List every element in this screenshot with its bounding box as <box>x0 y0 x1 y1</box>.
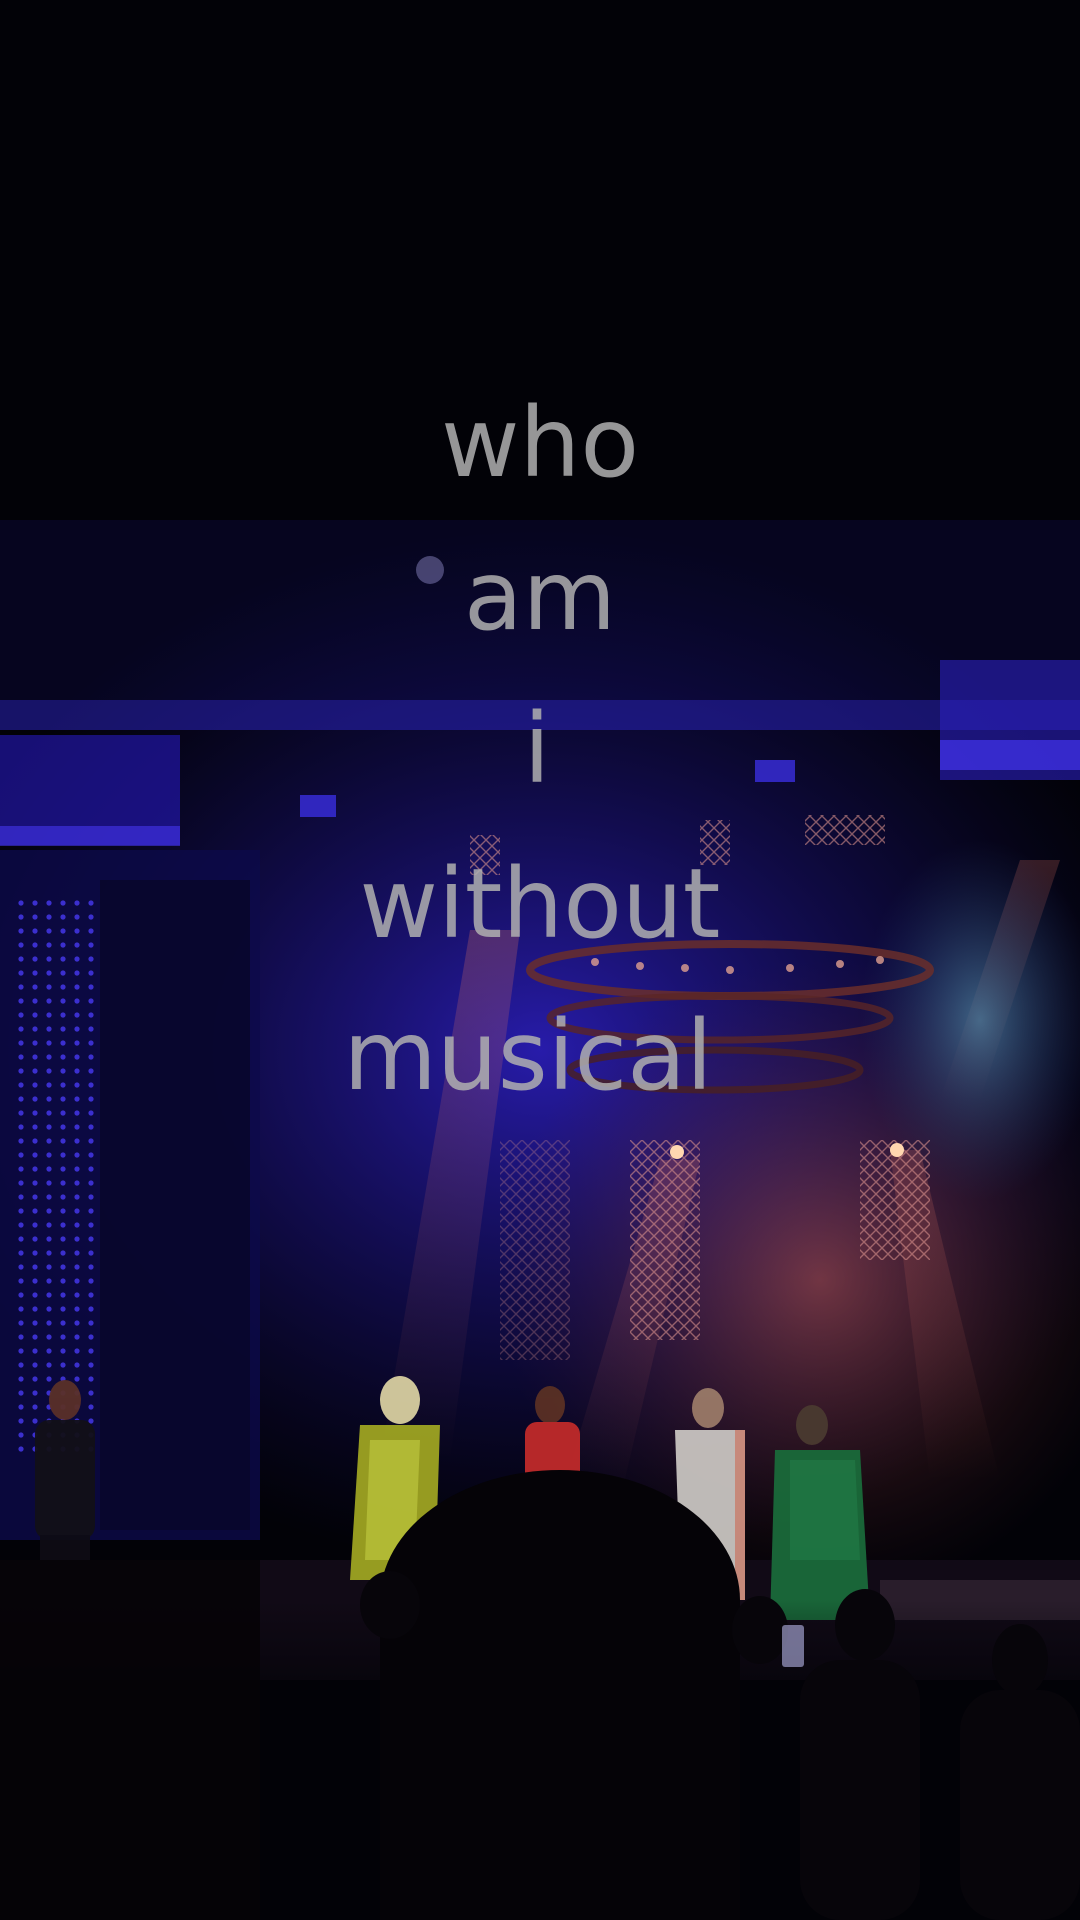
caption-line-musical: musical <box>343 1000 713 1112</box>
caption-line-who: who <box>440 387 640 499</box>
photo-frame: who am i without musical <box>0 0 1080 1920</box>
caption-line-am: am <box>463 540 617 652</box>
caption-line-without: without <box>359 848 721 960</box>
concert-stage-photo <box>0 0 1080 1920</box>
caption-line-i: i <box>523 693 551 805</box>
